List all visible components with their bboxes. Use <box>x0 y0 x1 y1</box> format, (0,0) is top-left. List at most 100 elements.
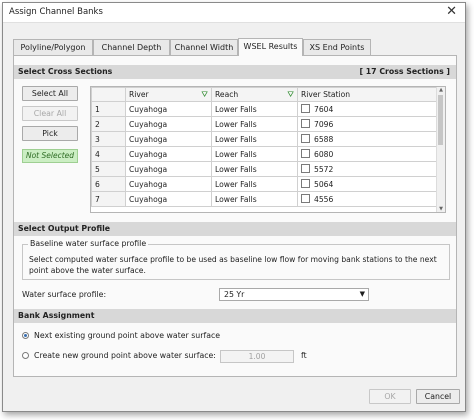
scroll-down-icon[interactable]: ▼ <box>437 206 445 212</box>
table-row[interactable]: 6 Cuyahoga Lower Falls 5064 <box>91 176 438 192</box>
river-cell: Cuyahoga <box>125 161 212 177</box>
table-row[interactable]: 1 Cuyahoga Lower Falls 7604 <box>91 101 438 117</box>
table-row[interactable]: 4 Cuyahoga Lower Falls 6080 <box>91 146 438 162</box>
row-number: 4 <box>91 146 126 162</box>
river-station-column-header[interactable]: River Station <box>297 87 438 102</box>
station-value: 4556 <box>314 195 334 204</box>
reach-cell: Lower Falls <box>211 191 298 207</box>
tab-xs-end-points[interactable]: XS End Points <box>303 39 371 55</box>
filter-icon[interactable]: ⛛ <box>201 90 208 100</box>
station-cell: 7604 <box>297 101 438 117</box>
filter-icon[interactable]: ⛛ <box>287 90 294 100</box>
reach-column-label: Reach <box>215 89 239 99</box>
station-value: 7604 <box>314 105 334 114</box>
offset-unit-label: ft <box>301 351 307 360</box>
water-surface-profile-select[interactable]: 25 Yr ▼ <box>219 288 369 301</box>
station-value: 5064 <box>314 180 334 189</box>
station-cell: 5572 <box>297 161 438 177</box>
next-existing-point-label[interactable]: Next existing ground point above water s… <box>34 331 220 340</box>
water-surface-profile-label: Water surface profile: <box>22 290 107 299</box>
select-output-profile-title: Select Output Profile <box>18 224 111 233</box>
ground-point-offset-input[interactable]: 1.00 <box>220 350 294 363</box>
pick-button[interactable]: Pick <box>22 126 78 141</box>
next-existing-point-radio[interactable] <box>22 332 29 339</box>
create-new-point-label[interactable]: Create new ground point above water surf… <box>34 351 216 360</box>
row-checkbox[interactable] <box>301 194 310 203</box>
row-checkbox[interactable] <box>301 119 310 128</box>
row-number: 7 <box>91 191 126 207</box>
wsel-results-panel: Select Cross Sections [ 17 Cross Section… <box>13 55 457 377</box>
river-cell: Cuyahoga <box>125 176 212 192</box>
table-row[interactable]: 7 Cuyahoga Lower Falls 4556 <box>91 191 438 207</box>
table-row[interactable]: 3 Cuyahoga Lower Falls 6588 <box>91 131 438 147</box>
chevron-down-icon[interactable]: ▼ <box>360 289 365 300</box>
tab-polyline-polygon[interactable]: Polyline/Polygon <box>13 39 93 55</box>
tab-channel-width[interactable]: Channel Width <box>170 39 238 55</box>
cross-sections-table: River ⛛ Reach ⛛ River Station 1 Cuyahoga L… <box>90 86 446 213</box>
station-value: 5572 <box>314 165 334 174</box>
reach-cell: Lower Falls <box>211 176 298 192</box>
table-scrollbar[interactable]: ▲ ▼ <box>436 87 445 212</box>
row-number-header <box>91 87 126 102</box>
river-cell: Cuyahoga <box>125 146 212 162</box>
reach-column-header[interactable]: Reach ⛛ <box>211 87 298 102</box>
select-cross-sections-header: Select Cross Sections [ 17 Cross Section… <box>14 65 456 79</box>
reach-cell: Lower Falls <box>211 161 298 177</box>
ok-button[interactable]: OK <box>369 389 411 404</box>
water-surface-profile-value: 25 Yr <box>224 290 245 299</box>
tab-channel-depth[interactable]: Channel Depth <box>93 39 170 55</box>
cross-section-count: [ 17 Cross Sections ] <box>359 67 450 76</box>
clear-all-button[interactable]: Clear All <box>22 106 78 121</box>
river-cell: Cuyahoga <box>125 191 212 207</box>
row-number: 2 <box>91 116 126 132</box>
window-title: Assign Channel Banks <box>9 7 103 17</box>
baseline-profile-group: Baseline water surface profile Select co… <box>22 239 450 280</box>
river-cell: Cuyahoga <box>125 116 212 132</box>
river-cell: Cuyahoga <box>125 131 212 147</box>
river-column-label: River <box>129 89 149 99</box>
assign-channel-banks-dialog: Assign Channel Banks ✕ Polyline/Polygon … <box>2 2 466 412</box>
reach-cell: Lower Falls <box>211 146 298 162</box>
cancel-button[interactable]: Cancel <box>416 389 460 404</box>
station-cell: 5064 <box>297 176 438 192</box>
river-column-header[interactable]: River ⛛ <box>125 87 212 102</box>
bank-assignment-title: Bank Assignment <box>18 311 95 320</box>
row-checkbox[interactable] <box>301 104 310 113</box>
table-row[interactable]: 2 Cuyahoga Lower Falls 7096 <box>91 116 438 132</box>
row-number: 5 <box>91 161 126 177</box>
reach-cell: Lower Falls <box>211 101 298 117</box>
tab-wsel-results[interactable]: WSEL Results <box>238 38 303 56</box>
reach-cell: Lower Falls <box>211 131 298 147</box>
station-cell: 6080 <box>297 146 438 162</box>
reach-cell: Lower Falls <box>211 116 298 132</box>
select-cross-sections-title: Select Cross Sections <box>18 67 113 76</box>
station-cell: 7096 <box>297 116 438 132</box>
row-checkbox[interactable] <box>301 149 310 158</box>
station-cell: 6588 <box>297 131 438 147</box>
select-output-profile-header: Select Output Profile <box>14 222 456 236</box>
river-station-column-label: River Station <box>301 90 351 99</box>
scroll-up-icon[interactable]: ▲ <box>437 87 445 93</box>
baseline-profile-group-title: Baseline water surface profile <box>28 239 149 248</box>
scrollbar-thumb[interactable] <box>438 95 443 145</box>
river-cell: Cuyahoga <box>125 101 212 117</box>
row-number: 3 <box>91 131 126 147</box>
baseline-profile-description: Select computed water surface profile to… <box>29 255 437 275</box>
selection-status-badge: Not Selected <box>22 149 78 163</box>
row-checkbox[interactable] <box>301 179 310 188</box>
table-header-row: River ⛛ Reach ⛛ River Station <box>91 87 438 102</box>
row-number: 1 <box>91 101 126 117</box>
title-bar: Assign Channel Banks ✕ <box>3 3 465 23</box>
station-value: 6080 <box>314 150 334 159</box>
table-row[interactable]: 5 Cuyahoga Lower Falls 5572 <box>91 161 438 177</box>
close-icon[interactable]: ✕ <box>446 4 457 19</box>
station-value: 7096 <box>314 120 334 129</box>
row-checkbox[interactable] <box>301 164 310 173</box>
row-number: 6 <box>91 176 126 192</box>
station-cell: 4556 <box>297 191 438 207</box>
bank-assignment-header: Bank Assignment <box>14 309 456 323</box>
row-checkbox[interactable] <box>301 134 310 143</box>
station-value: 6588 <box>314 135 334 144</box>
select-all-button[interactable]: Select All <box>22 86 78 101</box>
create-new-point-radio[interactable] <box>22 352 29 359</box>
